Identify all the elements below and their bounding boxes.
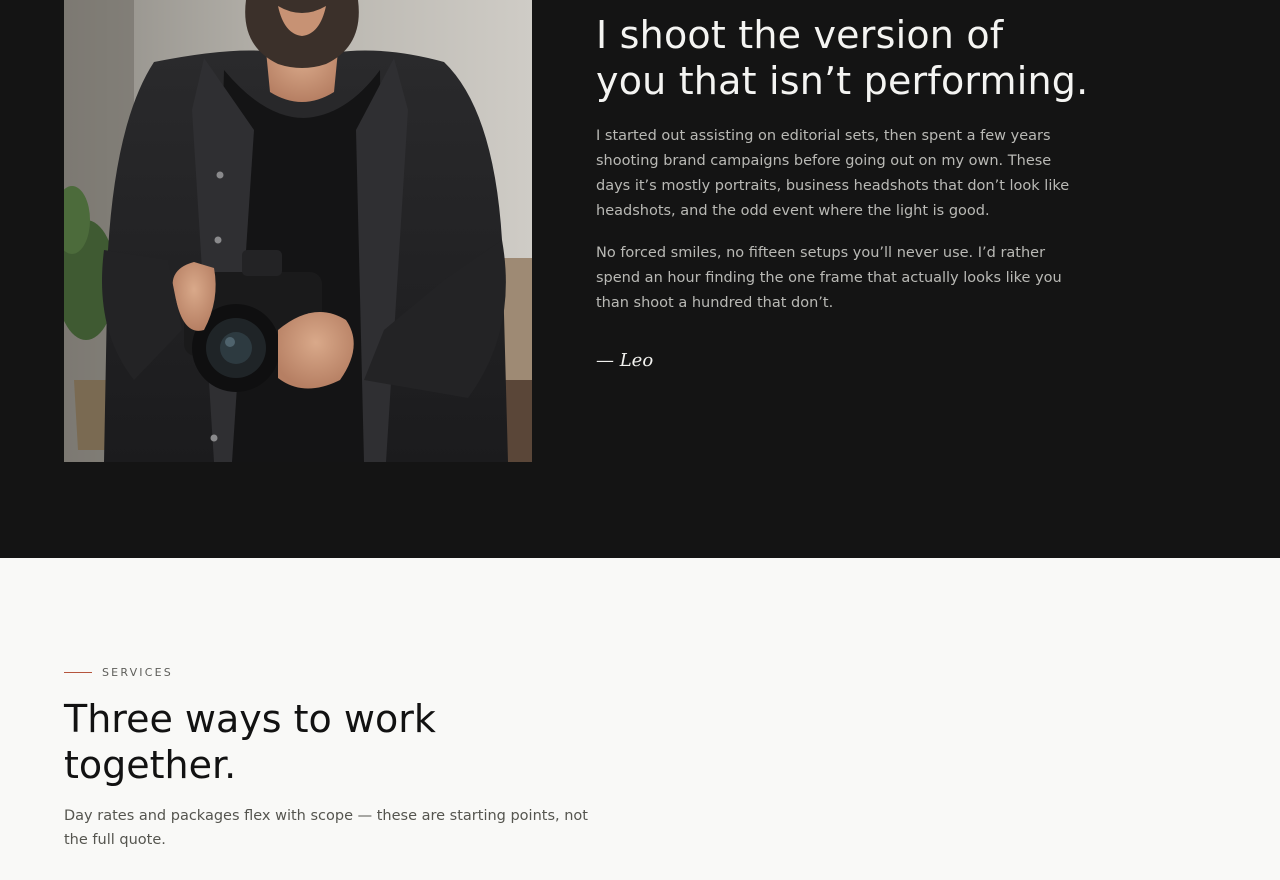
about-section: I shoot the version of you that isn’t pe… xyxy=(0,0,1280,558)
about-copy: I shoot the version of you that isn’t pe… xyxy=(596,12,1216,373)
services-subtitle: Day rates and packages flex with scope —… xyxy=(64,808,588,848)
services-section: SERVICES Three ways to work together. Da… xyxy=(0,558,1280,880)
services-heading-line-2: together. xyxy=(64,743,237,787)
services-eyebrow: SERVICES xyxy=(64,664,173,680)
about-heading-line-1: I shoot the version of xyxy=(596,13,1004,57)
eyebrow-label: SERVICES xyxy=(102,665,173,679)
about-heading: I shoot the version of you that isn’t pe… xyxy=(596,12,1156,104)
photographer-portrait xyxy=(64,0,532,462)
about-paragraph-1: I started out assisting on editorial set… xyxy=(596,128,1070,219)
services-heading-line-1: Three ways to work xyxy=(64,697,436,741)
services-heading: Three ways to work together. xyxy=(64,696,624,788)
about-paragraph-2: No forced smiles, no fifteen setups you’… xyxy=(596,245,1062,311)
about-heading-line-2: you that isn’t performing. xyxy=(596,59,1089,103)
signature: — Leo xyxy=(596,350,654,371)
eyebrow-divider xyxy=(64,671,92,673)
